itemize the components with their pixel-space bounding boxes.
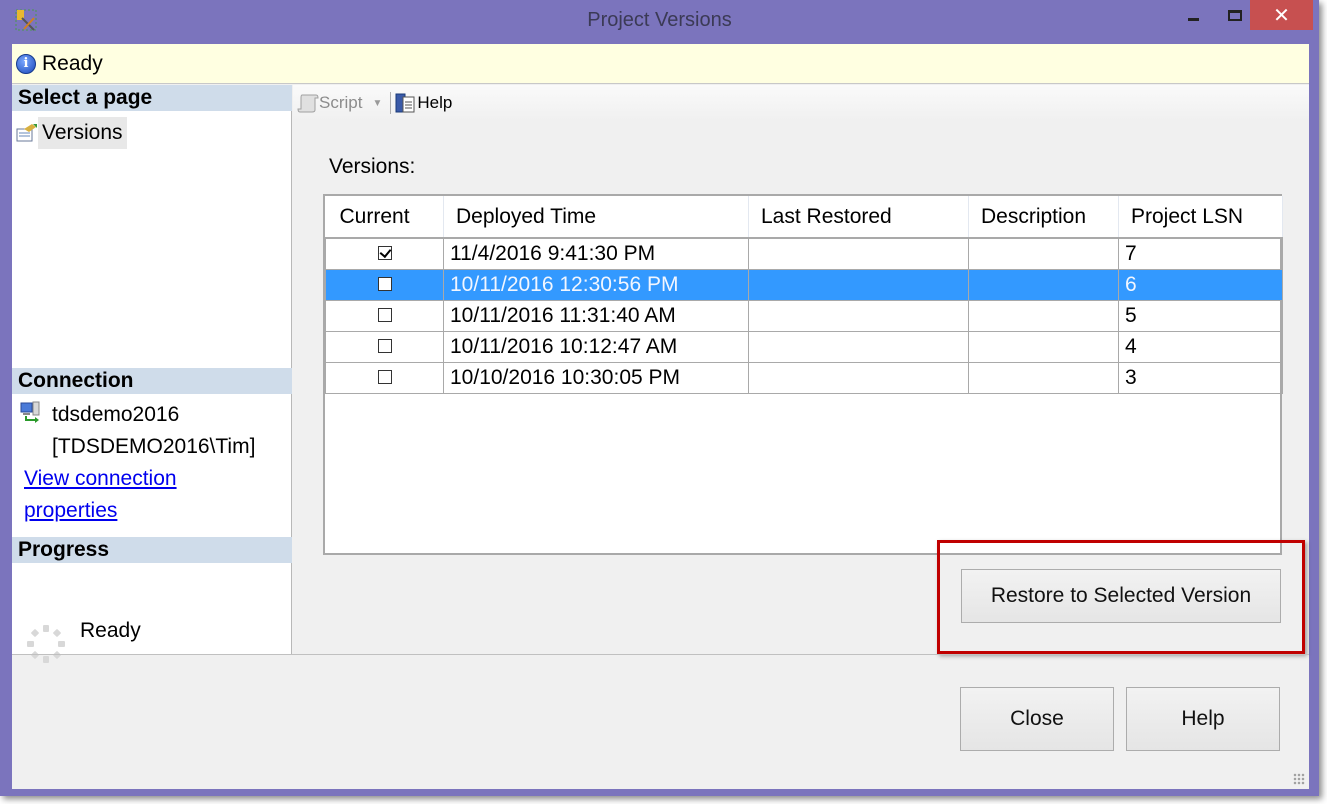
current-cell bbox=[325, 362, 444, 394]
select-page-header: Select a page bbox=[12, 85, 292, 111]
table-header-row: Current Deployed Time Last Restored Desc… bbox=[325, 196, 1283, 239]
versions-label: Versions: bbox=[329, 155, 416, 178]
toolbar-separator bbox=[390, 92, 392, 114]
description-cell bbox=[968, 331, 1119, 363]
dialog-client-area: i Ready Select a page Versions Connectio… bbox=[12, 44, 1309, 789]
project-lsn-cell: 7 bbox=[1118, 238, 1283, 270]
versions-table: Current Deployed Time Last Restored Desc… bbox=[325, 196, 1283, 394]
current-cell bbox=[325, 331, 444, 363]
column-header-current[interactable]: Current bbox=[325, 196, 444, 239]
table-row[interactable]: 10/11/2016 12:30:56 PM 6 bbox=[325, 269, 1283, 301]
last-restored-cell bbox=[748, 238, 969, 270]
help-book-icon bbox=[395, 93, 415, 113]
current-cell bbox=[325, 269, 444, 301]
deployed-time-cell: 11/4/2016 9:41:30 PM bbox=[443, 238, 749, 270]
window-title: Project Versions bbox=[587, 9, 732, 31]
column-header-project-lsn[interactable]: Project LSN bbox=[1118, 196, 1283, 239]
description-cell bbox=[968, 269, 1119, 301]
project-lsn-cell: 3 bbox=[1118, 362, 1283, 394]
table-row[interactable]: 10/11/2016 11:31:40 AM 5 bbox=[325, 300, 1283, 332]
restore-to-selected-version-button[interactable]: Restore to Selected Version bbox=[961, 569, 1281, 623]
current-checkbox[interactable] bbox=[377, 276, 392, 291]
status-text: Ready bbox=[42, 51, 103, 75]
project-lsn-cell: 6 bbox=[1118, 269, 1283, 301]
table-row[interactable]: 11/4/2016 9:41:30 PM 7 bbox=[325, 238, 1283, 270]
current-checkbox[interactable] bbox=[377, 246, 392, 261]
close-button[interactable]: Close bbox=[960, 687, 1114, 751]
deployed-time-cell: 10/11/2016 12:30:56 PM bbox=[443, 269, 749, 301]
server-connection-icon bbox=[20, 401, 40, 423]
deployed-time-cell: 10/10/2016 10:30:05 PM bbox=[443, 362, 749, 394]
maximize-button[interactable] bbox=[1215, 0, 1255, 30]
toolbar: Script ▼ Help bbox=[293, 85, 1309, 121]
progress-status: Ready bbox=[80, 619, 141, 642]
table-row[interactable]: 10/11/2016 10:12:47 AM 4 bbox=[325, 331, 1283, 363]
versions-page: Script ▼ Help Versions: Current Deployed… bbox=[293, 85, 1309, 654]
help-button[interactable]: Help bbox=[1126, 687, 1280, 751]
description-cell bbox=[968, 238, 1119, 270]
project-lsn-cell: 5 bbox=[1118, 300, 1283, 332]
deployed-time-cell: 10/11/2016 11:31:40 AM bbox=[443, 300, 749, 332]
deployed-time-cell: 10/11/2016 10:12:47 AM bbox=[443, 331, 749, 363]
properties-page-icon bbox=[16, 124, 37, 142]
connection-header: Connection bbox=[12, 368, 292, 394]
footer-divider bbox=[12, 654, 1309, 655]
script-dropdown-arrow-icon[interactable]: ▼ bbox=[372, 98, 382, 109]
current-cell bbox=[325, 300, 444, 332]
description-cell bbox=[968, 362, 1119, 394]
progress-header: Progress bbox=[12, 537, 292, 563]
progress-spinner-icon bbox=[27, 625, 65, 663]
maximize-icon bbox=[1228, 9, 1242, 21]
last-restored-cell bbox=[748, 269, 969, 301]
minimize-button[interactable] bbox=[1173, 0, 1213, 30]
page-item-label: Versions bbox=[38, 117, 127, 149]
status-infobar: i Ready bbox=[12, 44, 1309, 84]
toolbar-help-button[interactable]: Help bbox=[395, 92, 452, 114]
close-icon: ✕ bbox=[1273, 3, 1290, 27]
info-icon: i bbox=[16, 53, 36, 74]
column-header-last-restored[interactable]: Last Restored bbox=[748, 196, 969, 239]
table-row[interactable]: 10/10/2016 10:30:05 PM 3 bbox=[325, 362, 1283, 394]
current-cell bbox=[325, 238, 444, 270]
view-connection-properties-link[interactable]: View connection properties bbox=[24, 463, 224, 527]
versions-grid[interactable]: Current Deployed Time Last Restored Desc… bbox=[323, 194, 1283, 555]
last-restored-cell bbox=[748, 300, 969, 332]
close-window-button[interactable]: ✕ bbox=[1250, 0, 1313, 30]
page-selector-pane: Select a page Versions Connection tdsdem… bbox=[12, 85, 292, 663]
connection-server: tdsdemo2016 bbox=[52, 403, 180, 426]
column-header-deployed-time[interactable]: Deployed Time bbox=[443, 196, 749, 239]
resize-grip[interactable] bbox=[1293, 773, 1305, 785]
current-checkbox[interactable] bbox=[377, 307, 392, 322]
script-button[interactable]: Script bbox=[297, 93, 362, 113]
minimize-icon bbox=[1187, 17, 1199, 21]
script-icon bbox=[297, 94, 319, 113]
column-header-description[interactable]: Description bbox=[968, 196, 1119, 239]
help-label: Help bbox=[417, 93, 453, 112]
project-lsn-cell: 4 bbox=[1118, 331, 1283, 363]
last-restored-cell bbox=[748, 362, 969, 394]
description-cell bbox=[968, 300, 1119, 332]
title-bar[interactable]: Project Versions ✕ bbox=[0, 0, 1319, 44]
script-label: Script bbox=[319, 93, 363, 112]
page-item-versions[interactable]: Versions bbox=[16, 117, 127, 149]
current-checkbox[interactable] bbox=[377, 369, 392, 384]
project-versions-dialog: Project Versions ✕ i Ready Select a page bbox=[0, 0, 1319, 796]
last-restored-cell bbox=[748, 331, 969, 363]
connection-user: [TDSDEMO2016\Tim] bbox=[52, 435, 256, 458]
current-checkbox[interactable] bbox=[377, 338, 392, 353]
